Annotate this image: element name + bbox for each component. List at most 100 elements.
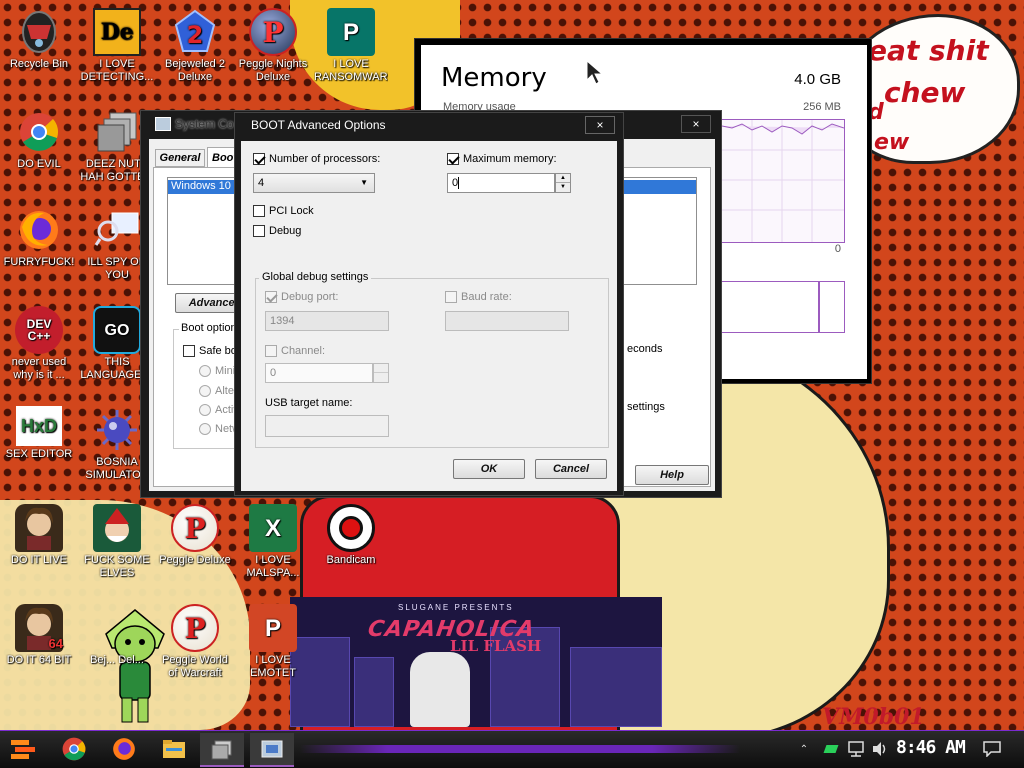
memory-usage-value: 256 MB: [803, 101, 841, 113]
pci-lock-check[interactable]: [253, 205, 265, 217]
radio-network-dot[interactable]: [199, 423, 211, 435]
bubble-line-1: eat shit: [868, 34, 989, 67]
cancel-label: Cancel: [552, 463, 590, 475]
max-memory-check[interactable]: [447, 153, 459, 165]
powerpoint-icon: P: [249, 604, 297, 652]
radio-alternate-dot[interactable]: [199, 385, 211, 397]
desktop-icon-recycle-bin[interactable]: Recycle Bin: [2, 8, 76, 84]
desktop-icon-malspam[interactable]: X I LOVE MALSPA...: [236, 504, 310, 580]
desktop-icon-do-evil[interactable]: DO EVIL: [2, 108, 76, 184]
radio-active-dot[interactable]: [199, 404, 211, 416]
spinner-down-icon[interactable]: [374, 373, 388, 382]
max-memory-label: Maximum memory:: [463, 153, 557, 165]
msconfig-title: System Co: [175, 117, 234, 131]
action-center-button[interactable]: [980, 735, 1004, 763]
msconfig-taskbar-icon[interactable]: [250, 733, 294, 767]
desktop-icon-do-it-64-bit[interactable]: 64 DO IT 64 BIT: [2, 604, 76, 680]
debug-checkbox[interactable]: Debug: [253, 225, 301, 237]
chevron-up-icon[interactable]: ⌃: [796, 735, 812, 763]
portrait-64-icon: 64: [15, 604, 63, 652]
debug-port-checkbox[interactable]: Debug port:: [265, 291, 338, 303]
bejeweled-partial-icon: [93, 604, 141, 652]
desktop-icon-label: Recycle Bin: [9, 58, 69, 70]
radio-minimal-dot[interactable]: [199, 365, 211, 377]
desktop-icon-sex-editor[interactable]: HxD SEX EDITOR: [2, 406, 76, 474]
excel-icon: X: [249, 504, 297, 552]
usb-target-input[interactable]: [265, 415, 389, 437]
radio-alternate[interactable]: Alter: [199, 385, 238, 397]
debug-check[interactable]: [253, 225, 265, 237]
cancel-button[interactable]: Cancel: [535, 459, 607, 479]
detect-it-easy-icon: De: [93, 8, 141, 56]
network-icon[interactable]: [846, 735, 866, 763]
tray-app-icon[interactable]: [822, 735, 840, 763]
max-memory-input[interactable]: 0: [447, 173, 555, 193]
desktop-icon-peggle-nights[interactable]: P Peggle Nights Deluxe: [236, 8, 310, 84]
volume-icon[interactable]: [870, 735, 890, 763]
memory-graph-lines: [721, 120, 845, 242]
boot-advanced-close-button[interactable]: ×: [585, 116, 615, 134]
desktop-icon-dev-cpp[interactable]: DEV C++ never used why is it ...: [2, 306, 76, 382]
spinner-down-icon[interactable]: ▼: [556, 183, 570, 192]
debug-label: Debug: [269, 225, 302, 237]
channel-check[interactable]: [265, 345, 277, 357]
num-processors-value: 4: [258, 177, 265, 189]
desktop-icon-peggle-deluxe[interactable]: P Peggle Deluxe: [158, 504, 232, 580]
baud-rate-check[interactable]: [445, 291, 457, 303]
publisher-glyph: P: [342, 18, 359, 46]
safe-boot-checkbox[interactable]: Safe bo: [183, 345, 237, 357]
global-debug-label: Global debug settings: [259, 271, 372, 283]
ok-button[interactable]: OK: [453, 459, 525, 479]
desktop-icon-ransomware[interactable]: P I LOVE RANSOMWARE: [314, 8, 388, 84]
boot-advanced-options-dialog[interactable]: BOOT Advanced Options × Number of proces…: [234, 112, 624, 496]
desktop-icon-detect-it-easy[interactable]: De I LOVE DETECTING...: [80, 8, 154, 84]
num-processors-checkbox[interactable]: Number of processors:: [253, 153, 380, 165]
desktop-icon-fuck-some-elves[interactable]: FUCK SOME ELVES: [80, 504, 154, 580]
publisher-icon: P: [327, 8, 375, 56]
max-memory-checkbox[interactable]: Maximum memory:: [447, 153, 557, 165]
help-button[interactable]: Help: [635, 465, 709, 485]
window-switch-taskbar-icon[interactable]: [200, 733, 244, 767]
usb-target-label: USB target name:: [265, 397, 353, 409]
safe-boot-check[interactable]: [183, 345, 195, 357]
spinner-up-icon[interactable]: [374, 364, 388, 373]
peggle-wow-glyph: P: [184, 611, 206, 645]
debug-port-select[interactable]: 1394: [265, 311, 389, 331]
dev-cpp-icon: DEV C++: [15, 306, 63, 354]
chrome-taskbar-icon[interactable]: [60, 735, 88, 763]
desktop-icon-bejeweled-2[interactable]: 2 Bejeweled 2 Deluxe: [158, 8, 232, 84]
memory-total: 4.0 GB: [794, 71, 841, 88]
num-processors-check[interactable]: [253, 153, 265, 165]
firefox-taskbar-icon[interactable]: [110, 735, 138, 763]
baud-rate-select[interactable]: [445, 311, 569, 331]
taskbar-clock[interactable]: 8:46 AM: [896, 737, 966, 758]
channel-checkbox[interactable]: Channel:: [265, 345, 325, 357]
radio-active[interactable]: Activ: [199, 404, 239, 416]
msconfig-app-icon: [155, 117, 171, 131]
desktop-icon-bandicam[interactable]: Bandicam: [314, 504, 388, 580]
start-button[interactable]: [8, 735, 40, 763]
baud-rate-checkbox[interactable]: Baud rate:: [445, 291, 512, 303]
album-figure: [410, 652, 470, 727]
desktop-icon-do-it-live[interactable]: DO IT LIVE: [2, 504, 76, 580]
max-memory-spinner[interactable]: ▲ ▼: [555, 173, 571, 193]
spinner-up-icon[interactable]: ▲: [556, 174, 570, 183]
desktop-icon-bejeweled-partial[interactable]: Bej... Del...: [80, 604, 154, 680]
explorer-taskbar-icon[interactable]: [160, 735, 188, 763]
powerpoint-glyph: P: [264, 614, 281, 642]
pci-lock-checkbox[interactable]: PCI Lock: [253, 205, 314, 217]
desktop-icon-emotet[interactable]: P I LOVE EMOTET: [236, 604, 310, 680]
channel-spinner[interactable]: [373, 363, 389, 383]
desktop-icon-label: FUCK SOME ELVES: [84, 554, 150, 579]
timeout-seconds-label: econds: [627, 343, 663, 355]
desktop-icon-furryfuck[interactable]: FURRYFUCK!: [2, 206, 76, 282]
msconfig-close-button[interactable]: ×: [681, 115, 711, 133]
desktop-icon-peggle-wow[interactable]: P Peggle World of Warcraft Edition: [158, 604, 232, 680]
tab-general[interactable]: General: [155, 149, 205, 167]
hxd-glyph: HxD: [20, 415, 57, 436]
debug-port-check[interactable]: [265, 291, 277, 303]
num-processors-select[interactable]: 4 ▼: [253, 173, 375, 193]
channel-input[interactable]: 0: [265, 363, 373, 383]
desktop-icon-label: I LOVE MALSPA...: [246, 554, 300, 579]
detect-it-easy-glyph: De: [100, 18, 134, 45]
